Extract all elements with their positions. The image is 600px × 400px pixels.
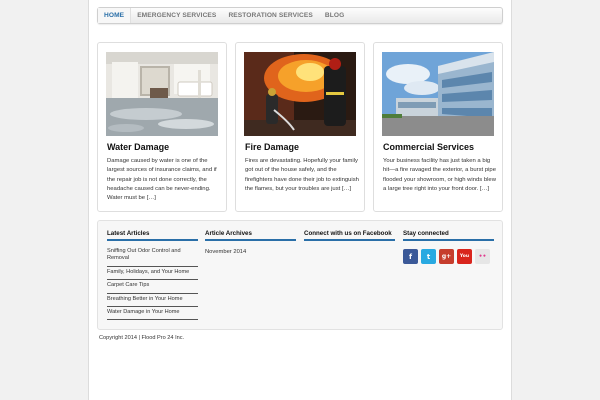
card-excerpt: Fires are devastating. Hopefully your fa… [245, 158, 359, 192]
nav-blog[interactable]: BLOG [319, 8, 350, 23]
card-excerpt: Damage caused by water is one of the lar… [107, 158, 217, 202]
stay-connected-widget: Stay connected f t g+ You •• [403, 230, 494, 264]
twitter-icon[interactable]: t [421, 249, 436, 264]
article-archives-widget: Article Archives November 2014 [205, 230, 296, 255]
widget-title: Connect with us on Facebook [304, 230, 395, 241]
article-link[interactable]: Water Damage in Your Home [107, 307, 198, 321]
nav-emergency-services[interactable]: EMERGENCY SERVICES [131, 8, 222, 23]
water-damage-image[interactable] [106, 52, 218, 136]
archive-link[interactable]: November 2014 [205, 249, 296, 255]
card-commercial-services: Commercial Services Your business facili… [373, 42, 503, 212]
card-excerpt: Your business facility has just taken a … [383, 158, 496, 192]
card-title[interactable]: Water Damage [107, 142, 169, 152]
fire-damage-image[interactable] [244, 52, 356, 136]
facebook-widget: Connect with us on Facebook [304, 230, 395, 241]
latest-articles-widget: Latest Articles Sniffing Out Odor Contro… [107, 230, 198, 321]
latest-articles-list: Sniffing Out Odor Control and Removal Fa… [107, 246, 198, 321]
nav-restoration-services[interactable]: RESTORATION SERVICES [222, 8, 318, 23]
youtube-icon[interactable]: You [457, 249, 472, 264]
copyright-text: Copyright 2014 | Flood Pro 24 Inc. [99, 335, 185, 341]
card-title[interactable]: Commercial Services [383, 142, 474, 152]
footer-widgets: Latest Articles Sniffing Out Odor Contro… [97, 220, 503, 330]
facebook-icon[interactable]: f [403, 249, 418, 264]
commercial-services-image[interactable] [382, 52, 494, 136]
google-plus-icon[interactable]: g+ [439, 249, 454, 264]
card-title[interactable]: Fire Damage [245, 142, 299, 152]
widget-title: Latest Articles [107, 230, 198, 241]
flickr-icon[interactable]: •• [475, 249, 490, 264]
article-link[interactable]: Carpet Care Tips [107, 280, 198, 294]
widget-title: Article Archives [205, 230, 296, 241]
main-navigation: HOME EMERGENCY SERVICES RESTORATION SERV… [97, 7, 503, 24]
article-link[interactable]: Sniffing Out Odor Control and Removal [107, 246, 198, 267]
widget-title: Stay connected [403, 230, 494, 241]
card-water-damage: Water Damage Damage caused by water is o… [97, 42, 227, 212]
nav-home[interactable]: HOME [98, 8, 132, 23]
card-fire-damage: Fire Damage Fires are devastating. Hopef… [235, 42, 365, 212]
social-icons: f t g+ You •• [403, 249, 494, 264]
article-link[interactable]: Family, Holidays, and Your Home [107, 267, 198, 281]
article-link[interactable]: Breathing Better in Your Home [107, 294, 198, 308]
